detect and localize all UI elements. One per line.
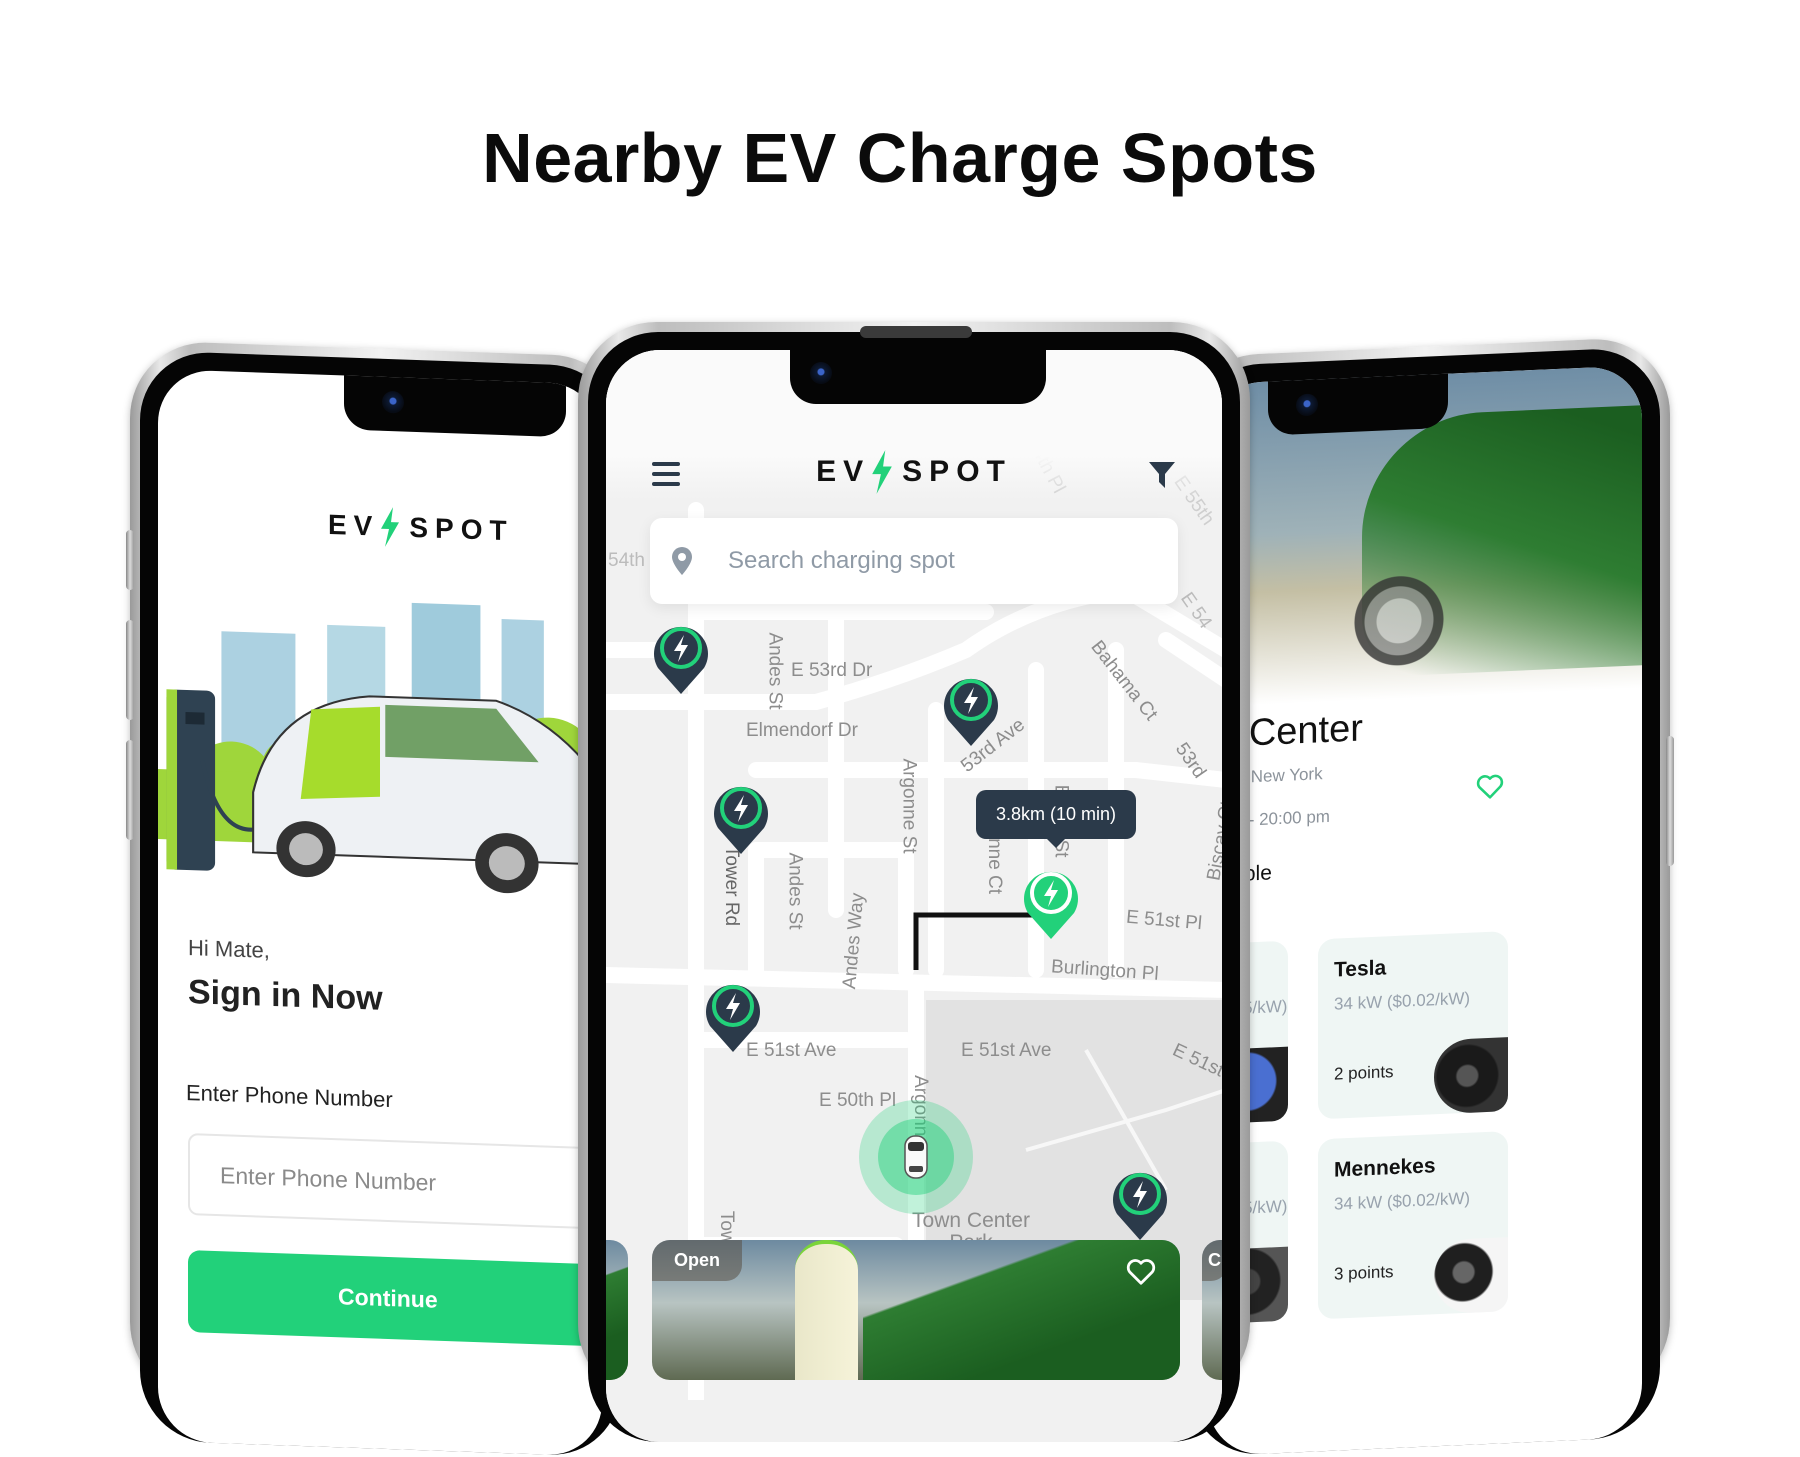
- connector-name: Mennekes: [1334, 1154, 1436, 1182]
- location-pin-icon: [672, 547, 692, 575]
- logo-text-spot: SPOT: [409, 511, 514, 547]
- mute-switch: [126, 529, 134, 591]
- favorite-heart-icon[interactable]: [1476, 773, 1504, 800]
- notch: [1268, 371, 1448, 436]
- volume-down-button: [126, 739, 134, 841]
- open-status-badge: Open: [652, 1240, 743, 1281]
- car-top-view-icon: [904, 1135, 928, 1179]
- heart-outline-icon[interactable]: [1126, 1258, 1156, 1286]
- route-distance-tooltip: 3.8km (10 min): [976, 790, 1137, 848]
- search-bar[interactable]: Search charging spot: [650, 518, 1178, 604]
- lightning-bolt-icon: [381, 507, 400, 547]
- street-label: Elmendorf Dr: [746, 720, 858, 741]
- charging-station-pin[interactable]: [1111, 1166, 1169, 1240]
- notch: [344, 373, 566, 438]
- front-camera-icon: [1296, 393, 1318, 417]
- connector-power: 34 kW ($0.02/kW): [1334, 988, 1471, 1014]
- street-label: Argonne St: [898, 758, 920, 854]
- greeting-text: Hi Mate,: [188, 935, 270, 963]
- logo-text-ev: EV: [328, 508, 380, 542]
- notch: [790, 350, 1046, 404]
- connector-power: 34 kW ($0.02/kW): [1334, 1188, 1471, 1214]
- station-detail-screen: ness Center d Trade Park, New York :00 a…: [1208, 365, 1642, 1457]
- phone-number-label: Enter Phone Number: [186, 1079, 393, 1113]
- connector-card[interactable]: Mennekes 34 kW ($0.02/kW) 3 points: [1318, 1131, 1508, 1320]
- street-label: E 51st Ave: [961, 1040, 1052, 1061]
- connector-name: Tesla: [1334, 956, 1387, 982]
- brand-logo: EV SPOT: [606, 450, 1222, 494]
- page-headline: Nearby EV Charge Spots: [482, 119, 1318, 197]
- lightning-bolt-icon: [872, 450, 892, 494]
- volume-up-button: [126, 619, 134, 721]
- street-label: 54th: [608, 550, 645, 571]
- signin-title: Sign in Now: [188, 973, 383, 1018]
- street-label: Andes St: [784, 852, 806, 930]
- charger-image: [794, 1240, 858, 1380]
- front-camera-icon: [382, 390, 404, 414]
- front-camera-icon: [810, 362, 832, 384]
- connector-card[interactable]: Tesla 34 kW ($0.02/kW) 2 points: [1318, 931, 1508, 1120]
- street-label: E 53rd Dr: [791, 660, 873, 681]
- signin-screen: EV SPOT Hi Mate, Sign in Now Enter Phone: [158, 368, 602, 1457]
- street-label: Tower Rd: [721, 845, 743, 927]
- logo-text-ev: EV: [816, 455, 871, 488]
- connector-points: 3 points: [1334, 1262, 1394, 1284]
- charging-station-pin[interactable]: [942, 672, 1000, 746]
- mennekes-plug-icon: [1434, 1237, 1508, 1315]
- phone-signin: EV SPOT Hi Mate, Sign in Now Enter Phone: [126, 340, 630, 1457]
- next-card-status: C: [1202, 1240, 1222, 1281]
- phone-map: 54th Pl E 55th 54th E 54 E 53rd Dr Andes…: [578, 322, 1250, 1442]
- selected-station-pin[interactable]: [1022, 865, 1080, 939]
- map-screen: 54th Pl E 55th 54th E 54 E 53rd Dr Andes…: [606, 350, 1222, 1442]
- ev-charging-illustration: [158, 602, 602, 894]
- power-button: [1666, 735, 1674, 867]
- station-card-prev[interactable]: [606, 1240, 628, 1380]
- charging-station-pin[interactable]: [704, 978, 762, 1052]
- phone-number-input[interactable]: Enter Phone Number: [188, 1133, 602, 1230]
- logo-text-spot: SPOT: [902, 455, 1012, 488]
- tesla-plug-icon: [1434, 1037, 1508, 1115]
- charging-station-pin[interactable]: [712, 780, 770, 854]
- station-card[interactable]: Open: [652, 1240, 1180, 1380]
- current-location-marker: [859, 1100, 973, 1214]
- search-input[interactable]: Search charging spot: [728, 547, 955, 575]
- brand-logo: EV SPOT: [328, 505, 514, 551]
- filter-funnel-icon[interactable]: [1148, 460, 1176, 490]
- continue-button[interactable]: Continue: [188, 1250, 602, 1347]
- connector-points: 2 points: [1334, 1062, 1394, 1084]
- phone-station-detail: ness Center d Trade Park, New York :00 a…: [1180, 336, 1674, 1457]
- station-card-next[interactable]: C: [1202, 1240, 1222, 1380]
- earpiece-speaker: [860, 326, 972, 338]
- charging-station-pin[interactable]: [652, 620, 710, 694]
- street-label: Andes St: [764, 632, 786, 710]
